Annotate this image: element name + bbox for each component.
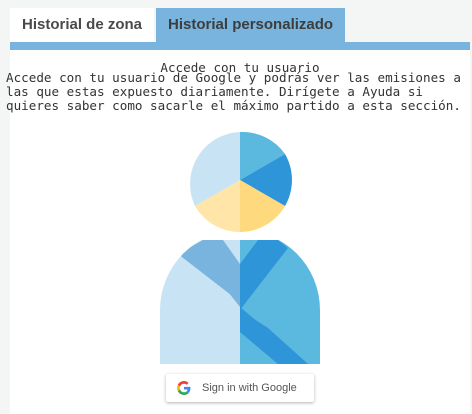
user-pie-icon <box>160 132 320 364</box>
google-sign-in-button[interactable]: Sign in with Google <box>166 374 314 402</box>
google-g-icon <box>177 381 191 395</box>
tab-bar: Historial de zona Historial personalizad… <box>10 8 470 42</box>
body-shape-icon <box>160 240 320 364</box>
content-panel: Accede con tu usuario Accede con tu usua… <box>6 50 470 414</box>
head-pie-icon <box>190 132 292 232</box>
tab-zone-history[interactable]: Historial de zona <box>10 8 155 42</box>
tab-underline <box>10 42 470 50</box>
google-sign-in-label: Sign in with Google <box>202 382 297 394</box>
tab-custom-history[interactable]: Historial personalizado <box>156 8 346 42</box>
app-frame: Historial de zona Historial personalizad… <box>0 0 472 414</box>
section-description: Accede con tu usuario de Google y podrás… <box>6 70 461 113</box>
